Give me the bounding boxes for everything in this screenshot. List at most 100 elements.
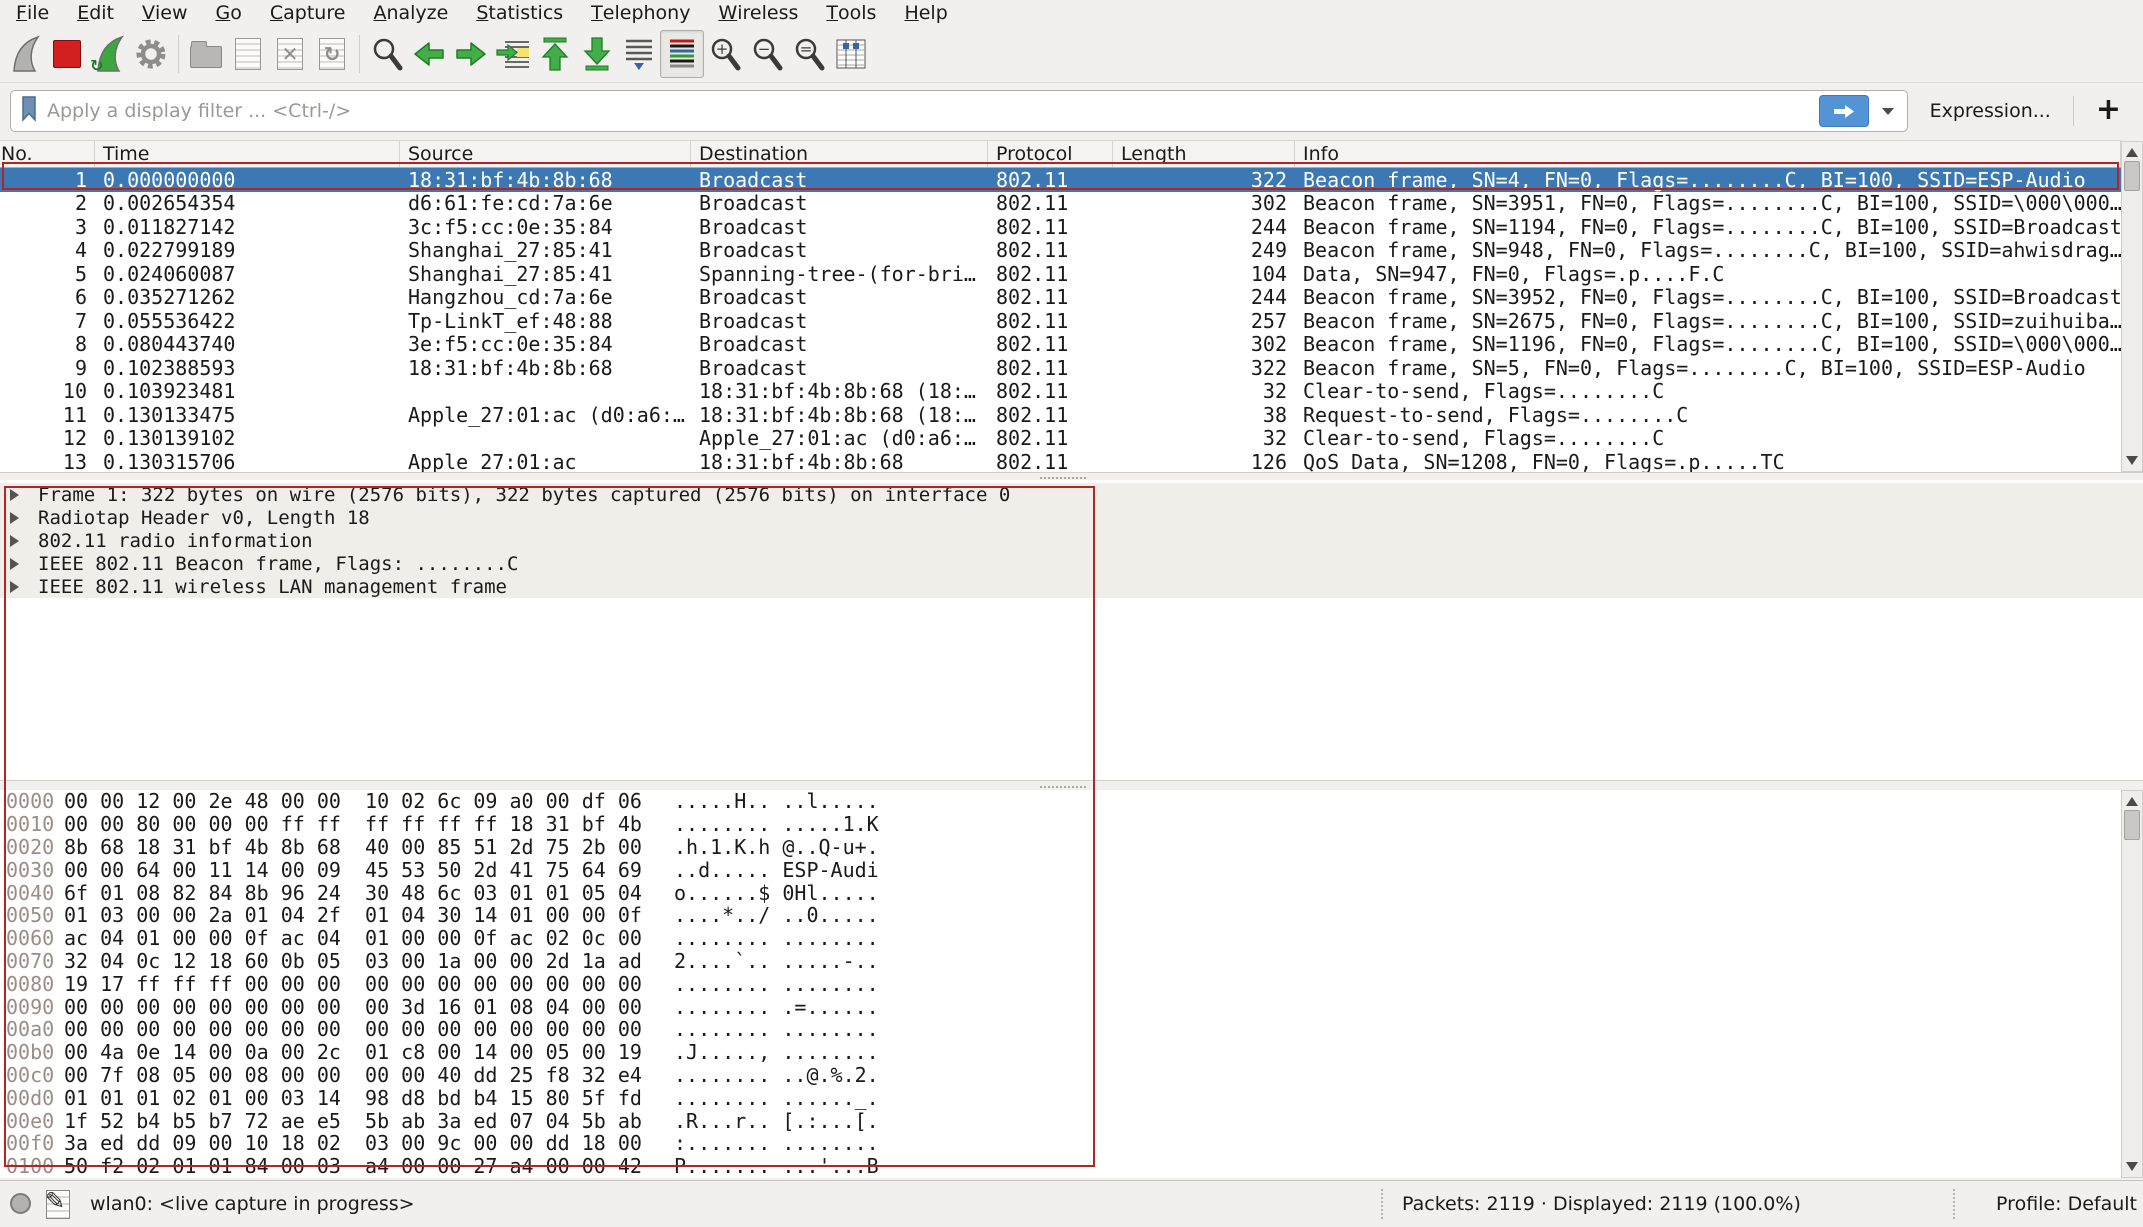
hex-ascii[interactable]: ........ .=...... <box>674 995 879 1019</box>
hex-bytes[interactable]: 00 00 80 00 00 00 ff ff ff ff ff ff 18 3… <box>64 812 634 836</box>
menu-file[interactable]: File <box>2 0 63 26</box>
hex-row-00e0[interactable]: 00e01f 52 b4 b5 b7 72 ae e5 5b ab 3a ed … <box>0 1109 2121 1132</box>
hex-ascii[interactable]: .h.1.K.h @..Q-u+. <box>674 835 879 859</box>
menu-help[interactable]: Help <box>890 0 961 26</box>
hex-ascii[interactable]: ........ ..@.%.2. <box>674 1063 879 1087</box>
open-capture-file-button[interactable] <box>185 31 227 77</box>
expander-triangle-icon[interactable] <box>10 512 19 524</box>
hex-bytes[interactable]: 8b 68 18 31 bf 4b 8b 68 40 00 85 51 2d 7… <box>64 835 634 859</box>
expander-triangle-icon[interactable] <box>10 489 19 501</box>
detail-row-4[interactable]: IEEE 802.11 wireless LAN management fram… <box>0 575 2143 598</box>
expander-triangle-icon[interactable] <box>10 581 19 593</box>
go-forward-button[interactable] <box>450 31 492 77</box>
hex-ascii[interactable]: ....*../ ..0..... <box>674 903 879 927</box>
hex-bytes[interactable]: 00 7f 08 05 00 08 00 00 00 00 40 dd 25 f… <box>64 1063 634 1087</box>
hex-ascii[interactable]: ..d..... ESP-Audi <box>674 858 879 882</box>
hex-bytes[interactable]: 01 03 00 00 2a 01 04 2f 01 04 30 14 01 0… <box>64 903 634 927</box>
go-first-packet-button[interactable] <box>534 31 576 77</box>
hex-row-00b0[interactable]: 00b000 4a 0e 14 00 0a 00 2c 01 c8 00 14 … <box>0 1041 2121 1064</box>
expander-triangle-icon[interactable] <box>10 558 19 570</box>
column-header-source[interactable]: Source <box>400 141 691 167</box>
menu-analyze[interactable]: Analyze <box>359 0 462 26</box>
hex-row-0070[interactable]: 007032 04 0c 12 18 60 0b 05 03 00 1a 00 … <box>0 950 2121 973</box>
hex-ascii[interactable]: ........ .....1.K <box>674 812 879 836</box>
hex-row-00d0[interactable]: 00d001 01 01 02 01 00 03 14 98 d8 bd b4 … <box>0 1086 2121 1109</box>
scroll-up-icon[interactable] <box>2126 148 2138 157</box>
scroll-thumb[interactable] <box>2124 810 2140 840</box>
hex-row-0030[interactable]: 003000 00 64 00 11 14 00 09 45 53 50 2d … <box>0 858 2121 881</box>
menu-statistics[interactable]: Statistics <box>462 0 577 26</box>
hex-row-00a0[interactable]: 00a000 00 00 00 00 00 00 00 00 00 00 00 … <box>0 1018 2121 1041</box>
go-to-packet-button[interactable] <box>492 31 534 77</box>
resize-columns-button[interactable] <box>830 31 872 77</box>
hex-bytes[interactable]: 00 4a 0e 14 00 0a 00 2c 01 c8 00 14 00 0… <box>64 1040 634 1064</box>
hex-bytes[interactable]: 00 00 00 00 00 00 00 00 00 3d 16 01 08 0… <box>64 995 634 1019</box>
hex-bytes[interactable]: 00 00 64 00 11 14 00 09 45 53 50 2d 41 7… <box>64 858 634 882</box>
packet-row-4[interactable]: 40.022799189Shanghai_27:85:41Broadcast80… <box>0 239 2121 263</box>
hex-row-0010[interactable]: 001000 00 80 00 00 00 ff ff ff ff ff ff … <box>0 813 2121 836</box>
hex-bytes[interactable]: 00 00 12 00 2e 48 00 00 10 02 6c 09 a0 0… <box>64 790 634 813</box>
expander-triangle-icon[interactable] <box>10 535 19 547</box>
column-header-protocol[interactable]: Protocol <box>988 141 1113 167</box>
display-filter-input[interactable]: Apply a display filter ... <Ctrl-/> <box>10 90 1908 132</box>
capture-comment-icon[interactable]: ✎ <box>46 1190 70 1219</box>
hex-bytes[interactable]: ac 04 01 00 00 0f ac 04 01 00 00 0f ac 0… <box>64 926 634 950</box>
scroll-down-icon[interactable] <box>2126 456 2138 465</box>
go-back-button[interactable] <box>408 31 450 77</box>
find-packet-button[interactable] <box>366 31 408 77</box>
packet-bytes-scrollbar[interactable] <box>2121 790 2143 1178</box>
add-filter-button[interactable]: + <box>2090 92 2133 131</box>
column-header-info[interactable]: Info <box>1295 141 2121 167</box>
save-capture-file-button[interactable] <box>227 31 269 77</box>
scroll-down-icon[interactable] <box>2126 1162 2138 1171</box>
hex-bytes[interactable]: 19 17 ff ff ff 00 00 00 00 00 00 00 00 0… <box>64 972 634 996</box>
hex-row-0050[interactable]: 005001 03 00 00 2a 01 04 2f 01 04 30 14 … <box>0 904 2121 927</box>
packet-row-7[interactable]: 70.055536422Tp-LinkT_ef:48:88Broadcast80… <box>0 309 2121 333</box>
hex-row-0080[interactable]: 008019 17 ff ff ff 00 00 00 00 00 00 00 … <box>0 972 2121 995</box>
scroll-up-icon[interactable] <box>2126 797 2138 806</box>
menu-capture[interactable]: Capture <box>256 0 360 26</box>
column-header-length[interactable]: Length <box>1113 141 1295 167</box>
packet-row-2[interactable]: 20.002654354d6:61:fe:cd:7a:6eBroadcast80… <box>0 192 2121 216</box>
apply-filter-button[interactable] <box>1819 95 1869 127</box>
packet-row-12[interactable]: 120.130139102Apple_27:01:ac (d0:a6:…802.… <box>0 427 2121 451</box>
hex-bytes[interactable]: 6f 01 08 82 84 8b 96 24 30 48 6c 03 01 0… <box>64 881 634 905</box>
detail-row-3[interactable]: IEEE 802.11 Beacon frame, Flags: .......… <box>0 552 2143 575</box>
packet-list-scrollbar[interactable] <box>2121 141 2143 472</box>
packet-row-13[interactable]: 130.130315706Apple_27:01:ac18:31:bf:4b:8… <box>0 450 2121 474</box>
scroll-thumb[interactable] <box>2124 161 2140 191</box>
hex-row-0090[interactable]: 009000 00 00 00 00 00 00 00 00 3d 16 01 … <box>0 995 2121 1018</box>
hex-row-0040[interactable]: 00406f 01 08 82 84 8b 96 24 30 48 6c 03 … <box>0 881 2121 904</box>
go-last-packet-button[interactable] <box>576 31 618 77</box>
hex-ascii[interactable]: ........ ........ <box>674 1017 879 1041</box>
column-header-no[interactable]: No. <box>0 141 95 167</box>
hex-row-0100[interactable]: 010050 f2 02 01 01 84 00 03 a4 00 00 27 … <box>0 1155 2121 1178</box>
packet-row-3[interactable]: 30.0118271423c:f5:cc:0e:35:84Broadcast80… <box>0 215 2121 239</box>
hex-row-00f0[interactable]: 00f03a ed dd 09 00 10 18 02 03 00 9c 00 … <box>0 1132 2121 1155</box>
hex-bytes[interactable]: 1f 52 b4 b5 b7 72 ae e5 5b ab 3a ed 07 0… <box>64 1109 634 1133</box>
stop-capture-button[interactable] <box>46 31 88 77</box>
column-header-destination[interactable]: Destination <box>691 141 988 167</box>
packet-row-8[interactable]: 80.0804437403e:f5:cc:0e:35:84Broadcast80… <box>0 333 2121 357</box>
menu-tools[interactable]: Tools <box>812 0 890 26</box>
capture-options-button[interactable] <box>130 31 172 77</box>
hex-ascii[interactable]: P....... ...'...B <box>674 1154 879 1178</box>
hex-ascii[interactable]: ........ ........ <box>674 972 879 996</box>
hex-row-00c0[interactable]: 00c000 7f 08 05 00 08 00 00 00 00 40 dd … <box>0 1064 2121 1087</box>
hex-ascii[interactable]: 2....`.. .....-.. <box>674 949 879 973</box>
filter-history-caret-icon[interactable] <box>1882 108 1894 115</box>
filter-bookmark-icon[interactable] <box>20 95 38 127</box>
hex-ascii[interactable]: :....... ........ <box>674 1131 879 1155</box>
hex-ascii[interactable]: o......$ 0Hl..... <box>674 881 879 905</box>
detail-row-2[interactable]: 802.11 radio information <box>0 529 2143 552</box>
hex-bytes[interactable]: 00 00 00 00 00 00 00 00 00 00 00 00 00 0… <box>64 1017 634 1041</box>
packet-row-9[interactable]: 90.10238859318:31:bf:4b:8b:68Broadcast80… <box>0 356 2121 380</box>
auto-scroll-live-button[interactable] <box>618 31 660 77</box>
hex-ascii[interactable]: ........ ......_. <box>674 1086 879 1110</box>
detail-row-0[interactable]: Frame 1: 322 bytes on wire (2576 bits), … <box>0 483 2143 506</box>
menu-go[interactable]: Go <box>202 0 256 26</box>
zoom-in-button[interactable]: + <box>704 31 746 77</box>
hex-row-0020[interactable]: 00208b 68 18 31 bf 4b 8b 68 40 00 85 51 … <box>0 836 2121 859</box>
column-header-time[interactable]: Time <box>95 141 400 167</box>
hex-ascii[interactable]: .....H.. ..l..... <box>674 790 879 813</box>
